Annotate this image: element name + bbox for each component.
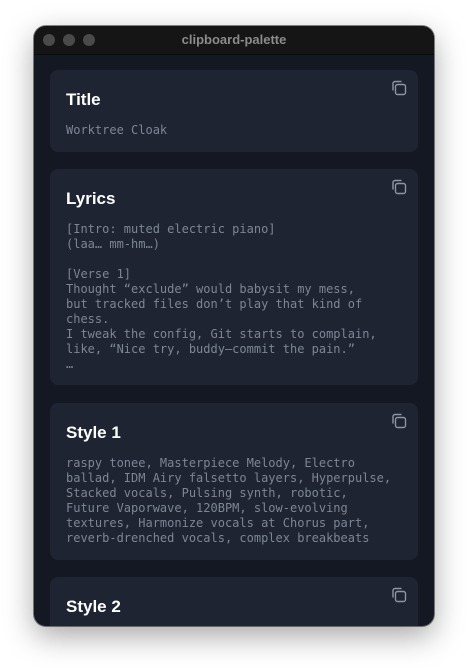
clip-card-heading: Lyrics: [66, 189, 116, 208]
clip-card-heading: Style 2: [66, 597, 121, 616]
clip-card-heading: Style 1: [66, 423, 121, 442]
clip-card-style-1: Style 1 raspy tonee, Masterpiece Melody,…: [50, 403, 418, 560]
clip-card-lyrics: Lyrics [Intro: muted electric piano] (la…: [50, 169, 418, 385]
clip-card-text: Worktree Cloak: [66, 123, 168, 137]
copy-icon[interactable]: [390, 412, 408, 430]
clip-card-title: Title Worktree Cloak: [50, 70, 418, 152]
copy-icon[interactable]: [390, 586, 408, 604]
clipboard-list: Title Worktree Cloak Lyrics [Intro: mute…: [34, 54, 434, 626]
clip-card-style-2: Style 2: [50, 577, 418, 626]
app-window: clipboard-palette Title Worktree Cloak L…: [34, 26, 434, 626]
copy-icon[interactable]: [390, 178, 408, 196]
window-title: clipboard-palette: [181, 32, 287, 47]
clip-card-heading: Title: [66, 90, 101, 109]
clip-card-text: [Intro: muted electric piano] (laa… mm-h…: [66, 222, 377, 371]
title-bar: clipboard-palette: [34, 26, 434, 55]
clip-card-text: raspy tonee, Masterpiece Melody, Electro…: [66, 456, 392, 545]
copy-icon[interactable]: [390, 79, 408, 97]
